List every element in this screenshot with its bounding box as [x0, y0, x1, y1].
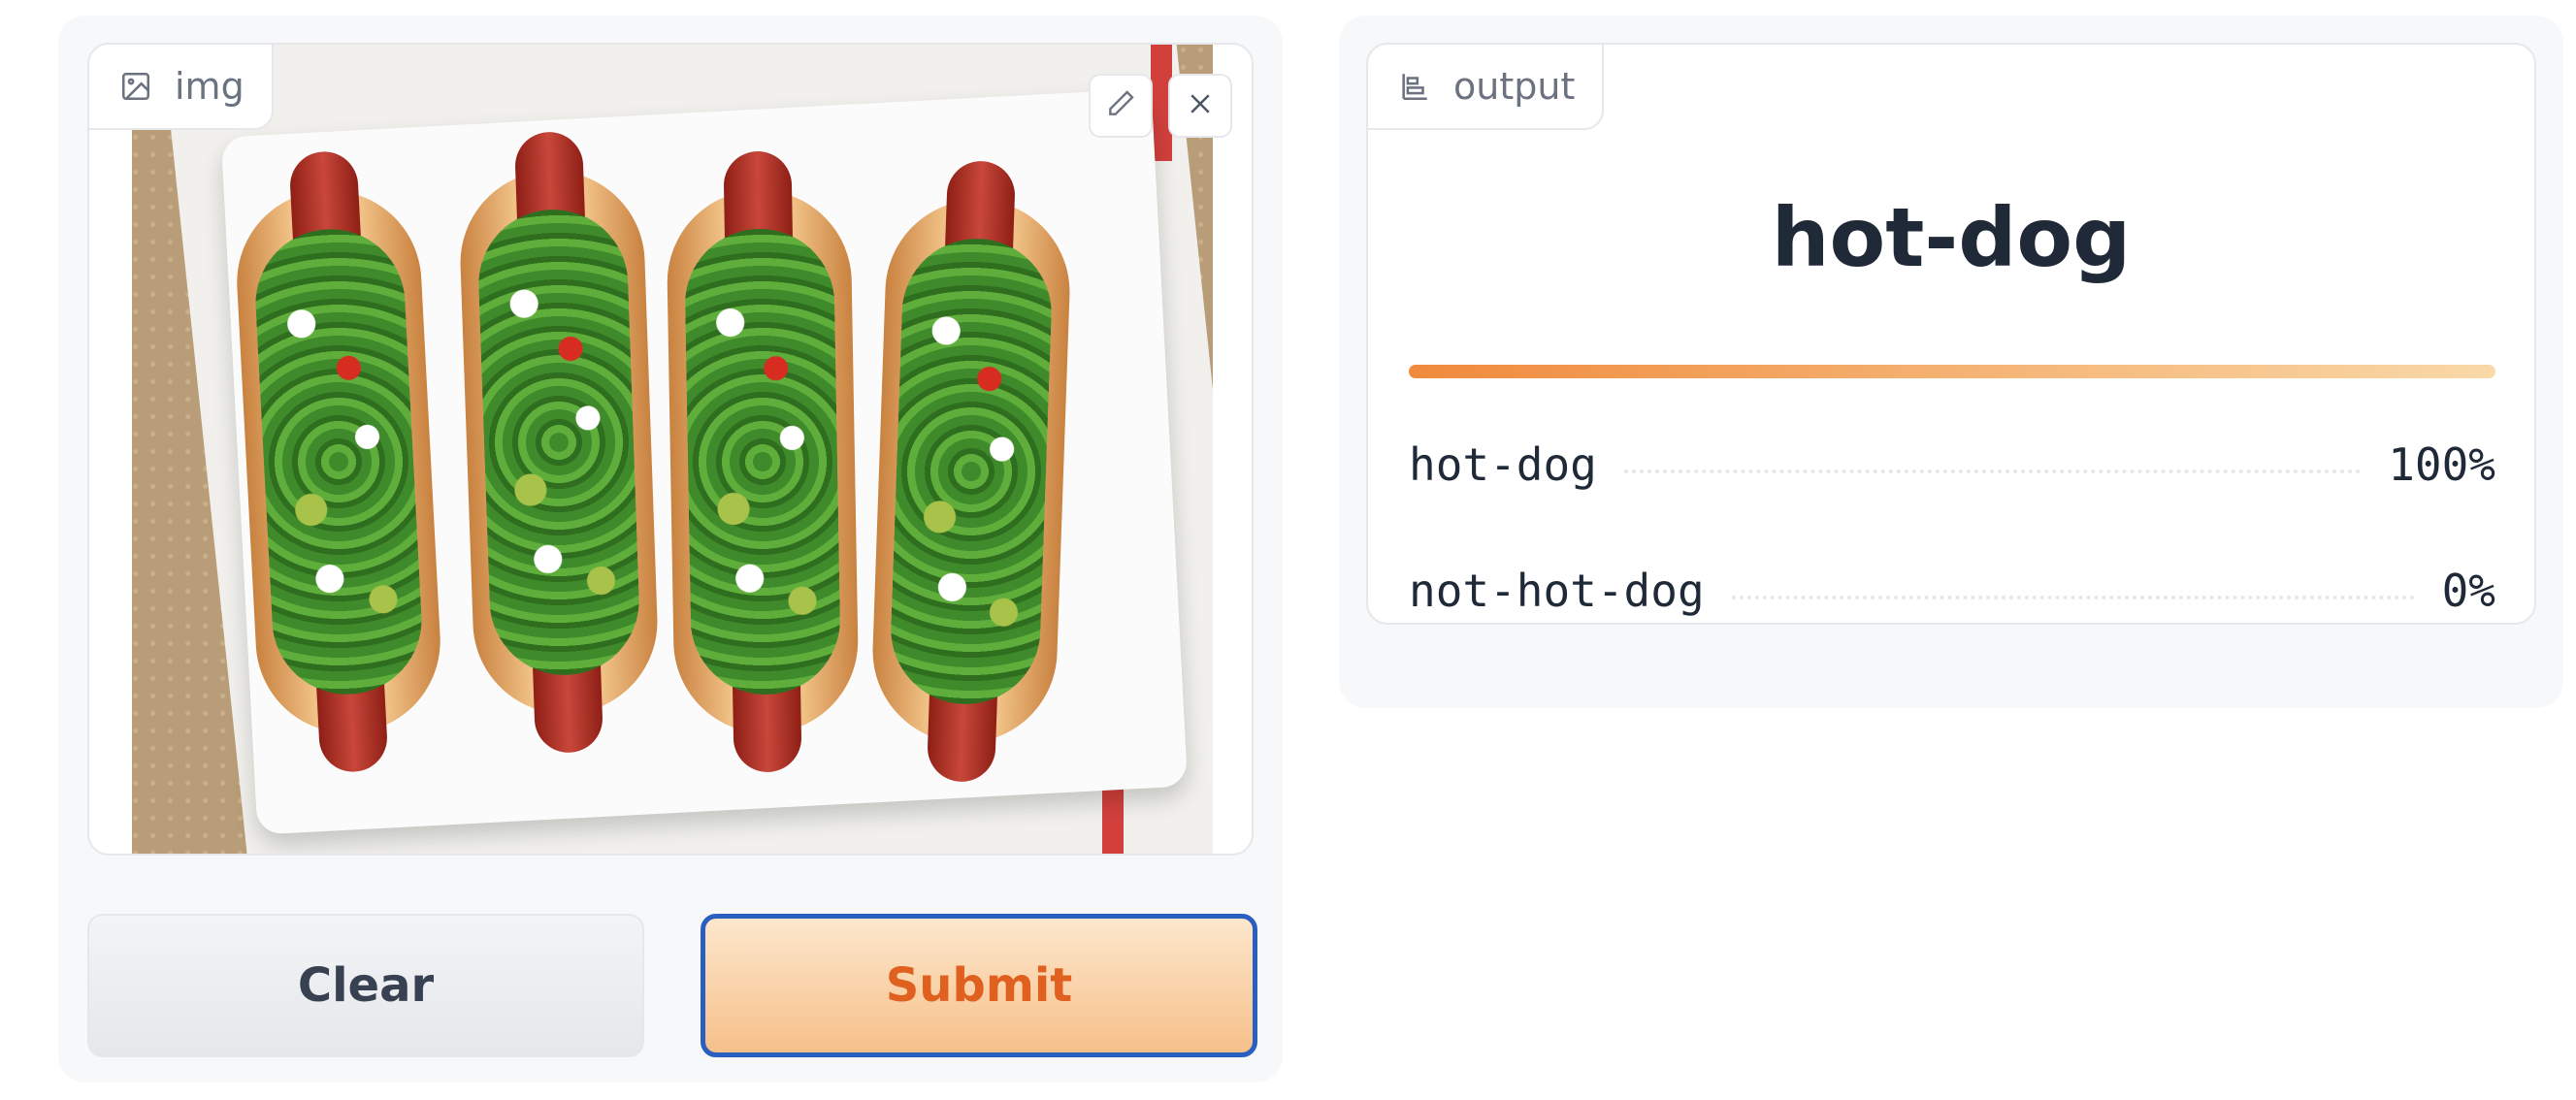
toppings [683, 227, 842, 696]
output-block-label: output [1368, 45, 1605, 130]
output-label-text: output [1453, 65, 1576, 108]
confidence-bar-fill [1409, 365, 2495, 378]
dotted-leader [1731, 596, 2415, 599]
confidence-label: not-hot-dog [1409, 565, 1705, 617]
close-icon [1186, 89, 1215, 122]
bar-chart-icon [1397, 69, 1432, 104]
label-output-block: output hot-dog hot-dog 100% not-hot-dog … [1366, 43, 2536, 625]
hot-dog-3 [666, 150, 860, 773]
confidence-label: hot-dog [1409, 438, 1597, 491]
image-block-label: img [89, 45, 274, 130]
hot-dog-2 [457, 130, 661, 755]
hot-dog-1 [232, 149, 445, 774]
pencil-icon [1105, 88, 1136, 123]
image-icon [118, 69, 153, 104]
dotted-leader [1623, 469, 2362, 473]
input-panel: img Clear Submit [58, 16, 1283, 1083]
toppings [475, 207, 642, 678]
clear-button[interactable]: Clear [87, 914, 644, 1057]
confidence-value: 0% [2441, 565, 2495, 617]
hot-dog-4 [869, 159, 1073, 784]
edit-image-button[interactable] [1089, 74, 1153, 138]
predicted-label: hot-dog [1771, 190, 2132, 285]
confidence-row[interactable]: not-hot-dog 0% [1409, 565, 2495, 617]
image-label-text: img [175, 65, 245, 108]
confidence-bar [1409, 365, 2495, 378]
output-panel: output hot-dog hot-dog 100% not-hot-dog … [1339, 16, 2563, 708]
toppings [251, 225, 426, 698]
uploaded-image [132, 45, 1213, 854]
confidence-value: 100% [2388, 438, 2495, 491]
submit-button[interactable]: Submit [701, 914, 1257, 1057]
confidence-row[interactable]: hot-dog 100% [1409, 438, 2495, 491]
remove-image-button[interactable] [1168, 74, 1232, 138]
toppings [888, 236, 1055, 707]
image-input-block[interactable]: img [87, 43, 1254, 856]
